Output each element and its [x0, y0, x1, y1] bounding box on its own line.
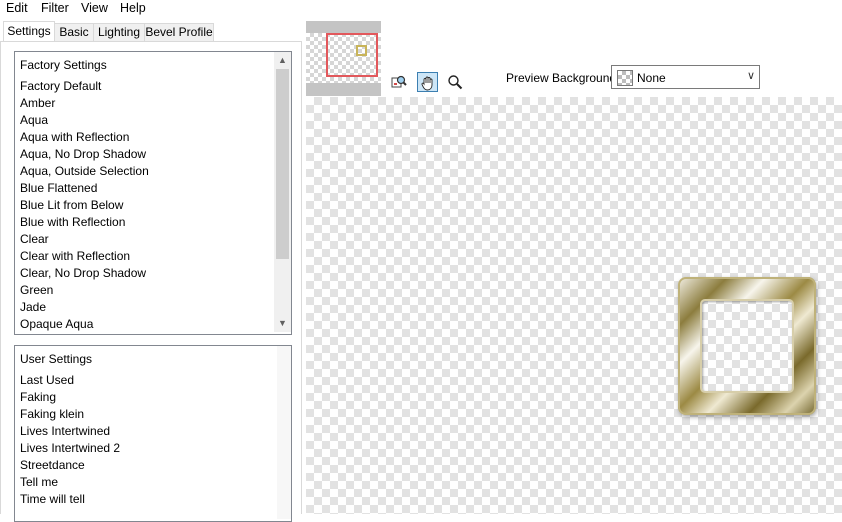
zoom-to-fit-button[interactable]: [389, 72, 410, 92]
list-item[interactable]: Blue Flattened: [20, 181, 97, 195]
factory-list-scrollbar[interactable]: ▲ ▼: [274, 52, 291, 332]
tab-strip: Settings Basic Lighting Bevel Profile: [0, 21, 302, 43]
list-item[interactable]: Jade: [20, 300, 46, 314]
factory-settings-list[interactable]: Factory Settings Factory Default Amber A…: [14, 51, 292, 335]
list-item[interactable]: Aqua, No Drop Shadow: [20, 147, 146, 161]
list-item[interactable]: Lives Intertwined 2: [20, 441, 120, 455]
preview-background-value: None: [637, 71, 666, 85]
list-item[interactable]: Tell me: [20, 475, 58, 489]
preview-background-select[interactable]: None ∨: [611, 65, 760, 89]
tab-basic[interactable]: Basic: [54, 23, 94, 41]
list-item[interactable]: Last Used: [20, 373, 74, 387]
magnifier-icon: [448, 75, 463, 90]
preview-background-label: Preview Background:: [506, 71, 620, 85]
settings-panel: Factory Settings Factory Default Amber A…: [0, 42, 302, 522]
list-item[interactable]: Clear: [20, 232, 49, 246]
view-rectangle[interactable]: [326, 33, 378, 77]
bevel-preview-frame: [678, 277, 816, 415]
list-item[interactable]: Streetdance: [20, 458, 85, 472]
list-item[interactable]: Aqua: [20, 113, 48, 127]
list-item[interactable]: Lives Intertwined: [20, 424, 110, 438]
list-item[interactable]: Faking klein: [20, 407, 84, 421]
menu-bar: Edit Filter View Help: [0, 0, 842, 18]
zoom-tool-button[interactable]: [445, 72, 466, 92]
tab-bevel-profile[interactable]: Bevel Profile: [144, 23, 214, 41]
hand-pan-icon: [421, 76, 433, 91]
user-settings-list[interactable]: User Settings Last Used Faking Faking kl…: [14, 345, 292, 522]
menu-filter[interactable]: Filter: [41, 1, 69, 15]
zoom-to-fit-icon: [391, 75, 407, 88]
tab-lighting[interactable]: Lighting: [93, 23, 145, 41]
list-item[interactable]: Aqua, Outside Selection: [20, 164, 149, 178]
scroll-thumb[interactable]: [276, 69, 289, 259]
navigator-thumbnail[interactable]: [306, 21, 381, 96]
preview-canvas[interactable]: [306, 97, 842, 514]
list-item[interactable]: Clear, No Drop Shadow: [20, 266, 146, 280]
transparent-swatch-icon: [617, 70, 633, 86]
list-item[interactable]: Amber: [20, 96, 55, 110]
tab-settings[interactable]: Settings: [3, 21, 55, 42]
list-item[interactable]: Time will tell: [20, 492, 85, 506]
hand-tool-button[interactable]: [417, 72, 438, 92]
list-item[interactable]: Opaque Aqua: [20, 317, 93, 331]
scroll-down-icon[interactable]: ▼: [274, 315, 291, 332]
thumbnail-frame: [356, 45, 367, 56]
list-item[interactable]: Blue with Reflection: [20, 215, 125, 229]
list-item[interactable]: Blue Lit from Below: [20, 198, 123, 212]
list-item[interactable]: Clear with Reflection: [20, 249, 130, 263]
menu-edit[interactable]: Edit: [6, 1, 28, 15]
list-item[interactable]: Aqua with Reflection: [20, 130, 129, 144]
bevel-inner-cutout: [702, 301, 792, 391]
menu-view[interactable]: View: [81, 1, 108, 15]
chevron-down-icon: ∨: [746, 70, 755, 82]
menu-help[interactable]: Help: [120, 1, 146, 15]
list-item[interactable]: Green: [20, 283, 53, 297]
scroll-up-icon[interactable]: ▲: [274, 52, 291, 69]
list-item[interactable]: Factory Default: [20, 79, 101, 93]
user-settings-header: User Settings: [20, 352, 93, 366]
user-list-scrollbar[interactable]: [277, 346, 291, 519]
factory-settings-header: Factory Settings: [20, 58, 107, 72]
list-item[interactable]: Faking: [20, 390, 56, 404]
